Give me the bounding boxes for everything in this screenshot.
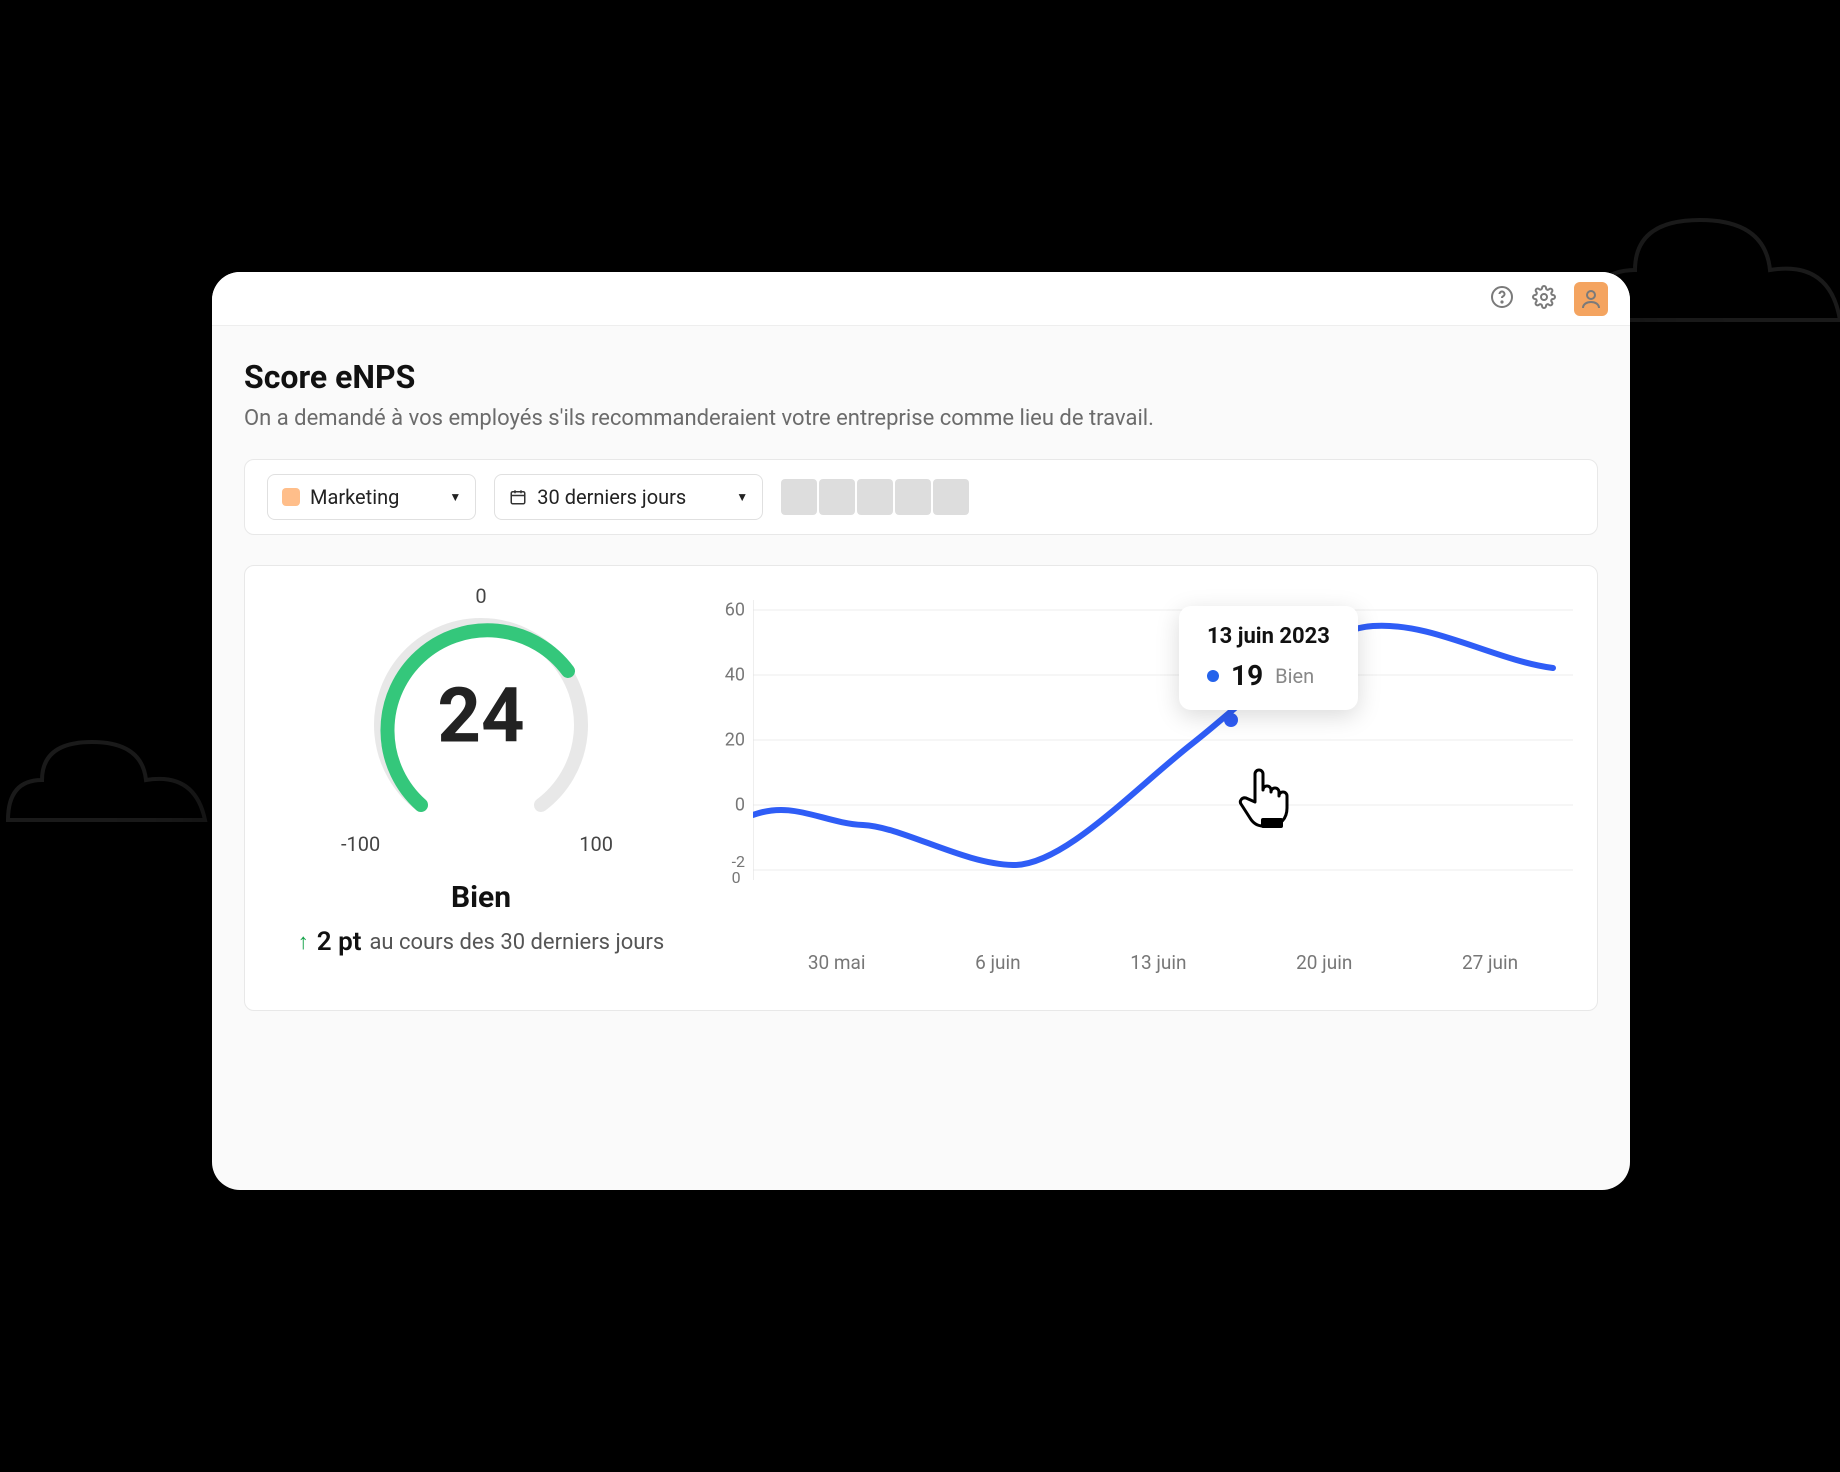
- top-bar: [212, 272, 1630, 326]
- x-tick: 30 mai: [808, 951, 866, 974]
- y-tick: 20: [725, 730, 745, 751]
- avatar[interactable]: [895, 479, 931, 515]
- decorative-cloud-icon: [0, 720, 230, 830]
- gauge-panel: 0 -100 100 24 Bien ↑ 2 pt au cours des 3…: [269, 590, 693, 970]
- tooltip-value: 19: [1231, 659, 1263, 692]
- y-tick-neg: -20: [732, 854, 745, 886]
- tooltip-rating: Bien: [1275, 664, 1314, 688]
- content-area: Score eNPS On a demandé à vos employés s…: [212, 326, 1630, 1011]
- current-user-avatar[interactable]: [1574, 282, 1608, 316]
- app-window: Score eNPS On a demandé à vos employés s…: [212, 272, 1630, 1190]
- gauge-top-label: 0: [475, 584, 486, 608]
- gauge-value: 24: [437, 671, 524, 761]
- filter-bar: Marketing ▼ 30 derniers jours ▼: [244, 459, 1598, 535]
- team-filter-label: Marketing: [310, 485, 399, 509]
- avatar[interactable]: [781, 479, 817, 515]
- chevron-down-icon: ▼: [449, 490, 461, 504]
- team-avatars: [781, 479, 969, 515]
- help-icon[interactable]: [1490, 285, 1514, 313]
- cursor-hand-icon: [1233, 760, 1293, 830]
- calendar-icon: [509, 488, 527, 506]
- tooltip-date: 13 juin 2023: [1207, 624, 1330, 649]
- trend-up-icon: ↑: [298, 929, 309, 955]
- chart-tooltip: 13 juin 2023 19 Bien: [1179, 606, 1358, 710]
- y-tick: 0: [735, 795, 745, 816]
- gauge-max-label: 100: [579, 832, 613, 856]
- x-tick: 6 juin: [975, 951, 1021, 974]
- date-range-dropdown[interactable]: 30 derniers jours ▼: [494, 474, 763, 520]
- gauge-min-label: -100: [341, 832, 380, 856]
- y-tick: 40: [725, 665, 745, 686]
- page-title: Score eNPS: [244, 358, 1598, 396]
- trend-row: ↑ 2 pt au cours des 30 derniers jours: [298, 927, 664, 957]
- page-subtitle: On a demandé à vos employés s'ils recomm…: [244, 406, 1598, 431]
- y-axis-labels: 60 40 20 0 -20: [705, 590, 745, 920]
- line-chart: 60 40 20 0 -20: [713, 590, 1573, 970]
- trend-period: au cours des 30 derniers jours: [369, 930, 664, 955]
- settings-icon[interactable]: [1532, 285, 1556, 313]
- chevron-down-icon: ▼: [736, 490, 748, 504]
- avatar[interactable]: [819, 479, 855, 515]
- chart-card: 0 -100 100 24 Bien ↑ 2 pt au cours des 3…: [244, 565, 1598, 1011]
- gauge-rating: Bien: [451, 880, 511, 915]
- avatar[interactable]: [933, 479, 969, 515]
- tooltip-series-dot: [1207, 670, 1219, 682]
- team-filter-dropdown[interactable]: Marketing ▼: [267, 474, 476, 520]
- x-tick: 20 juin: [1296, 951, 1352, 974]
- y-tick: 60: [725, 600, 745, 621]
- x-tick: 13 juin: [1130, 951, 1186, 974]
- date-range-label: 30 derniers jours: [537, 485, 686, 509]
- team-color-swatch: [282, 488, 300, 506]
- avatar[interactable]: [857, 479, 893, 515]
- x-tick: 27 juin: [1462, 951, 1518, 974]
- gauge-chart: 0 -100 100 24: [351, 590, 611, 850]
- x-axis-labels: 30 mai 6 juin 13 juin 20 juin 27 juin: [753, 951, 1573, 974]
- trend-points: 2 pt: [317, 927, 362, 957]
